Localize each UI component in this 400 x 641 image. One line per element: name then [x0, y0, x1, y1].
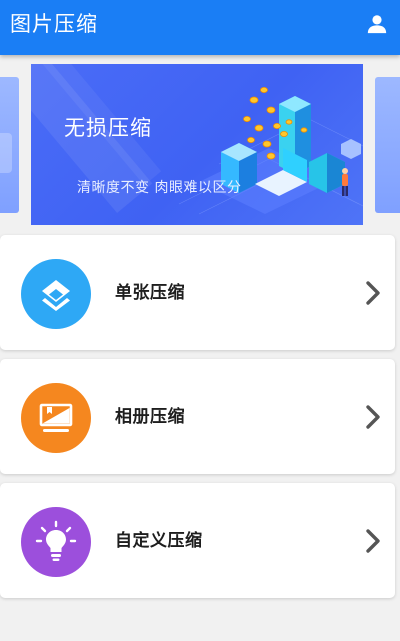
custom-compress-card[interactable]: 自定义压缩: [0, 483, 395, 598]
banner-title: 无损压缩: [64, 116, 152, 140]
banner-slide[interactable]: 无损压缩 清晰度不变 肉眼难以区分: [31, 64, 363, 225]
previous-banner-preview[interactable]: [0, 77, 19, 213]
chevron-right-icon: [366, 281, 380, 305]
profile-button[interactable]: [364, 11, 390, 37]
app-title: 图片压缩: [10, 12, 98, 36]
custom-compress-label: 自定义压缩: [115, 531, 203, 551]
app-bar: 图片压缩: [0, 0, 400, 55]
single-compress-card[interactable]: 单张压缩: [0, 235, 395, 350]
layers-icon: [21, 259, 91, 329]
banner-carousel[interactable]: 无损压缩 清晰度不变 肉眼难以区分: [0, 55, 400, 233]
chevron-right-icon: [366, 405, 380, 429]
single-compress-label: 单张压缩: [115, 283, 185, 303]
chevron-right-icon: [366, 529, 380, 553]
gallery-icon: [21, 383, 91, 453]
banner-subtitle: 清晰度不变 肉眼难以区分: [77, 180, 242, 196]
lightbulb-icon: [21, 507, 91, 577]
next-banner-preview[interactable]: [375, 77, 400, 213]
album-compress-label: 相册压缩: [115, 407, 185, 427]
album-compress-card[interactable]: 相册压缩: [0, 359, 395, 474]
isometric-city-illustration: [178, 86, 363, 215]
person-icon: [367, 15, 387, 34]
